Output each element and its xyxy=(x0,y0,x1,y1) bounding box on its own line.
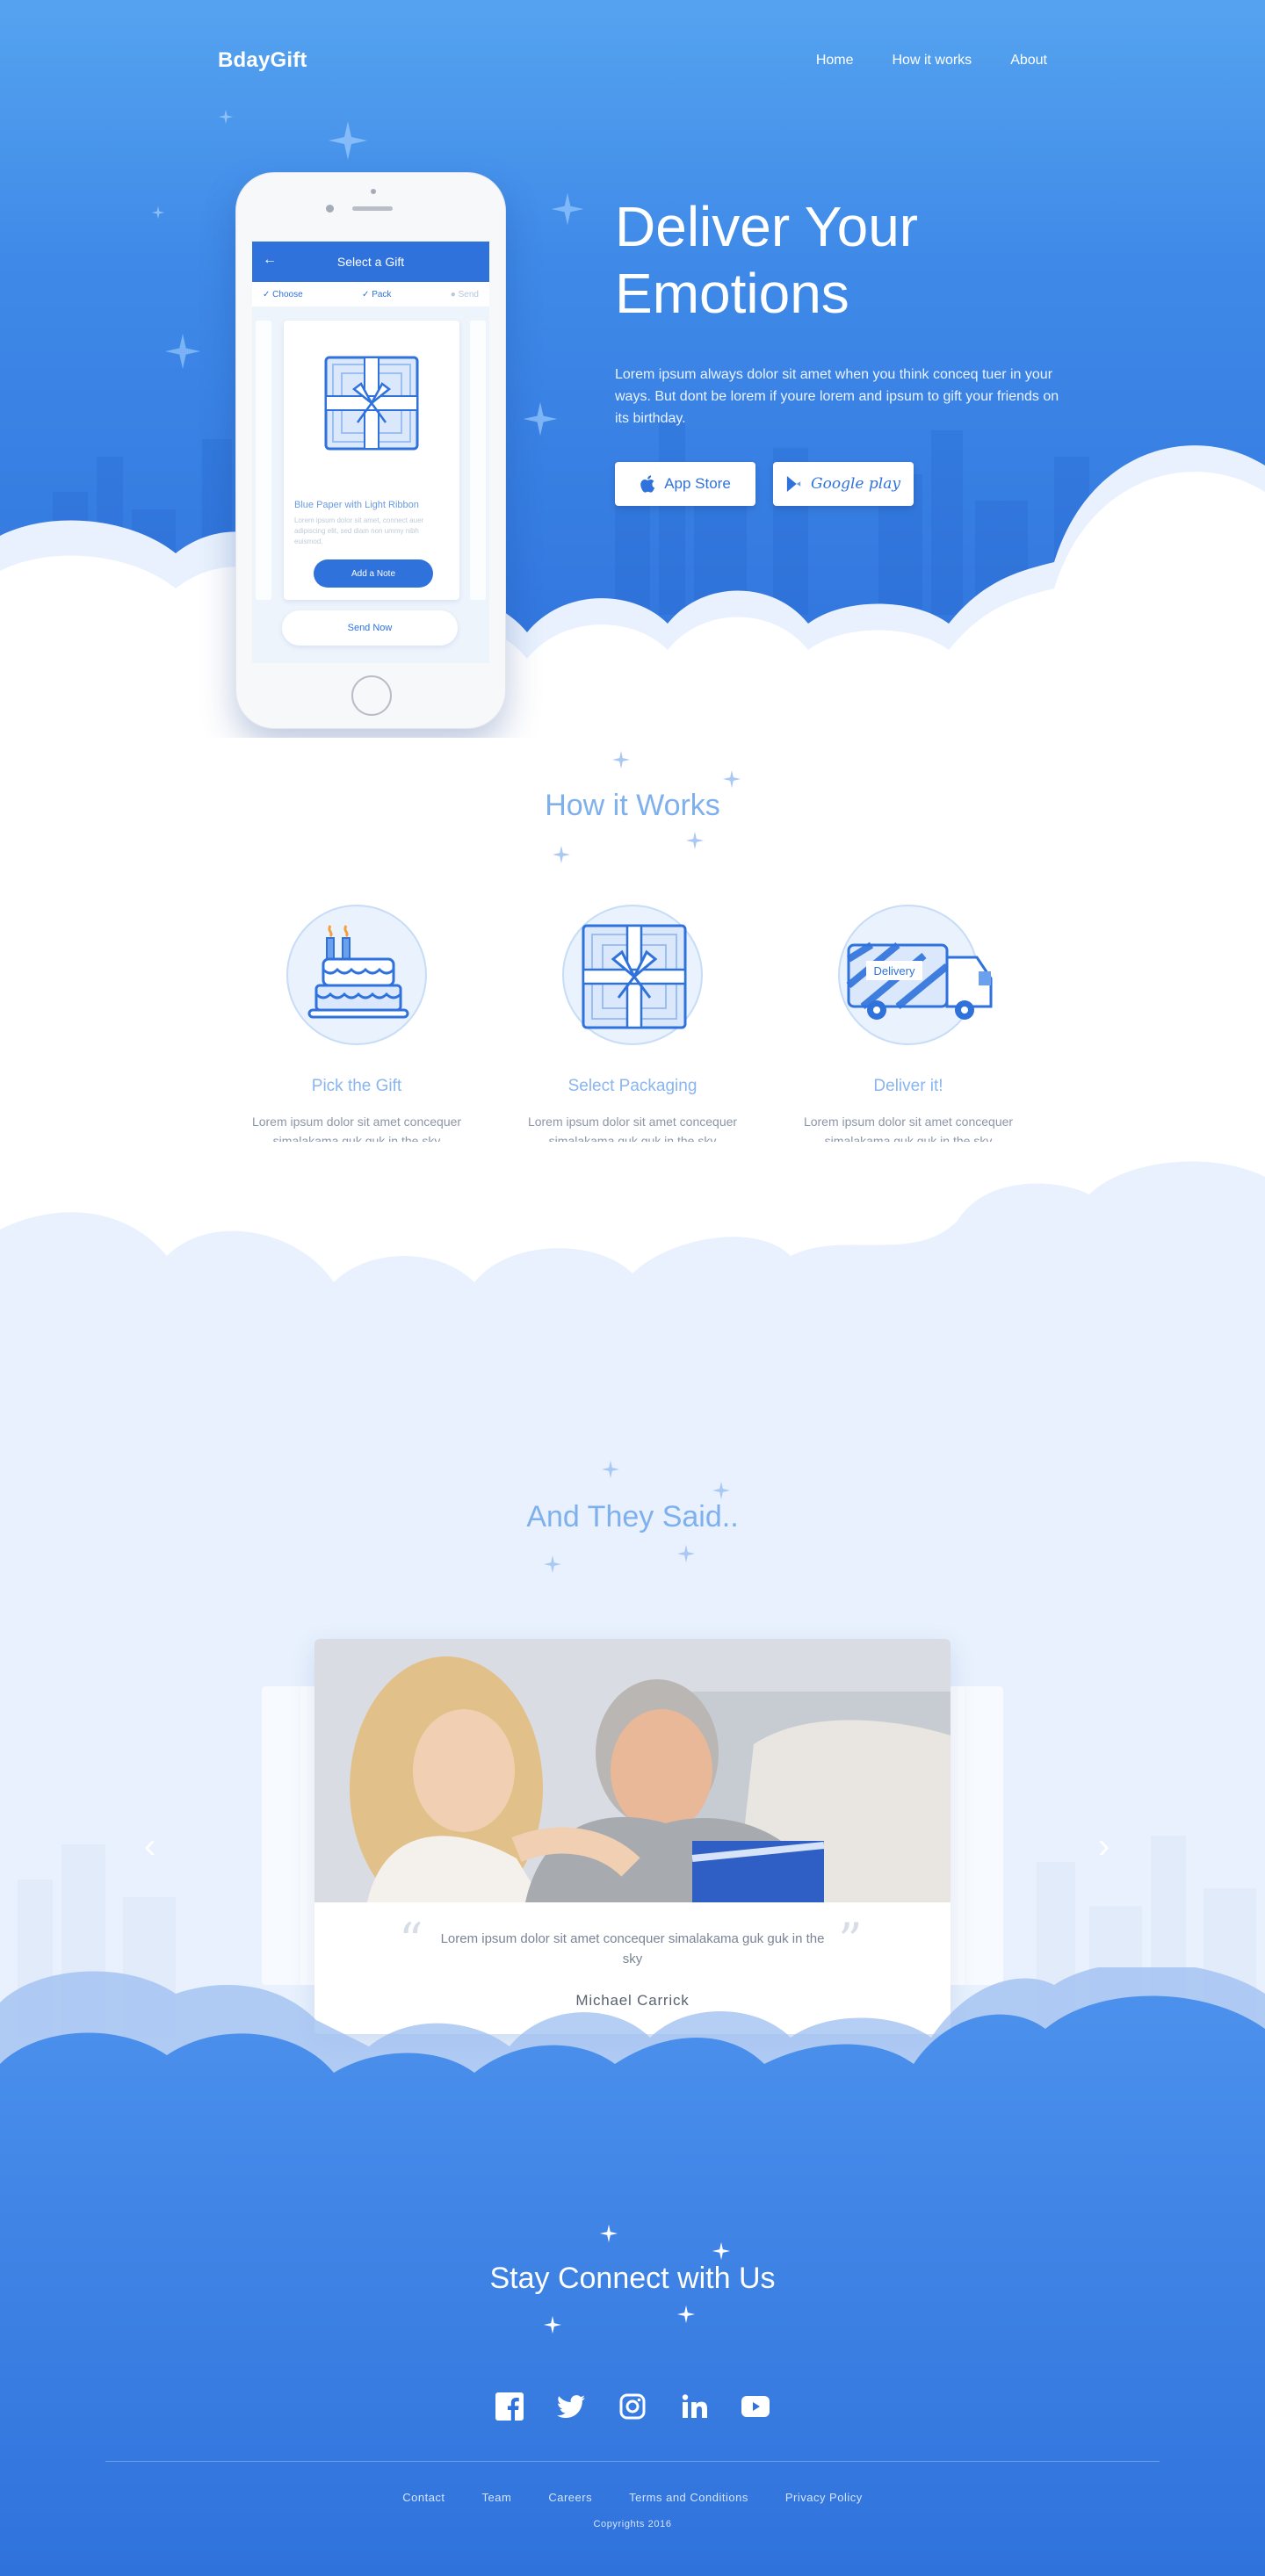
hero-title-line2: Emotions xyxy=(615,262,849,325)
apple-icon xyxy=(640,475,655,493)
twitter-icon[interactable] xyxy=(553,2389,589,2424)
sparkle-icon xyxy=(551,192,584,226)
app-stepper: ✓ Choose ✓ Pack ● Send xyxy=(252,282,489,307)
step-send[interactable]: ● Send xyxy=(451,290,479,299)
sparkle-icon xyxy=(676,1544,696,1563)
clouds-decoration xyxy=(0,1142,1265,1282)
step-label: Pick the Gift xyxy=(311,1077,402,1095)
footer-links: Contact Team Careers Terms and Condition… xyxy=(0,2491,1265,2504)
sparkle-icon xyxy=(151,206,165,220)
sparkle-icon xyxy=(676,2305,696,2324)
footer-link-terms[interactable]: Terms and Conditions xyxy=(629,2491,748,2504)
sparkle-icon xyxy=(601,1460,620,1479)
hero-title-line1: Deliver Your xyxy=(615,195,919,258)
footer-link-careers[interactable]: Careers xyxy=(548,2491,592,2504)
app-header: ← Select a Gift xyxy=(252,242,489,282)
brand-logo[interactable]: BdayGift xyxy=(218,48,307,73)
sparkle-icon xyxy=(552,845,571,864)
testimonial-quote: Lorem ipsum dolor sit amet concequer sim… xyxy=(440,1931,825,1966)
birthday-cake-icon xyxy=(307,925,409,1019)
step-select-packaging: Select Packaging Lorem ipsum dolor sit a… xyxy=(501,905,764,1151)
step-deliver: Delivery Deliver it! Lorem ipsum dolor s… xyxy=(777,905,1040,1151)
navbar: BdayGift Home How it works About xyxy=(218,47,1047,74)
facebook-icon[interactable] xyxy=(492,2389,527,2424)
phone-speaker xyxy=(352,206,393,211)
hero-section: BdayGift Home How it works About ← Selec… xyxy=(0,0,1265,738)
gift-box-icon xyxy=(324,356,419,451)
step-icon-ring xyxy=(562,905,703,1045)
chevron-left-icon[interactable]: ‹ xyxy=(144,1827,155,1866)
nav-link-home[interactable]: Home xyxy=(816,53,854,69)
google-play-button[interactable]: Google play xyxy=(773,462,914,506)
how-it-works-section: How it Works Pick the Gift Lorem ipsum d… xyxy=(0,738,1265,1212)
add-note-button[interactable]: Add a Note xyxy=(314,559,433,588)
phone-camera xyxy=(326,205,334,213)
nav-links: Home How it works About xyxy=(816,53,1047,69)
hero-description: Lorem ipsum always dolor sit amet when y… xyxy=(615,367,1059,426)
nav-link-how-it-works[interactable]: How it works xyxy=(893,53,972,69)
app-store-label: App Store xyxy=(664,475,731,492)
step-icon-ring: Delivery xyxy=(838,905,993,1045)
step-icon-ring xyxy=(286,905,427,1045)
phone-home-button[interactable] xyxy=(351,675,392,716)
truck-label: Delivery xyxy=(874,964,915,978)
sparkle-icon xyxy=(218,109,234,125)
footer-divider xyxy=(105,2461,1160,2462)
delivery-truck-icon: Delivery xyxy=(846,942,993,1020)
copyright-text: Copyrights 2016 xyxy=(593,2519,672,2529)
prev-card-peek[interactable] xyxy=(256,321,271,600)
linkedin-icon[interactable] xyxy=(676,2389,712,2424)
chevron-right-icon[interactable]: › xyxy=(1098,1827,1110,1866)
next-card-peek[interactable] xyxy=(470,321,486,600)
footer-link-team[interactable]: Team xyxy=(482,2491,512,2504)
sparkle-icon xyxy=(164,333,201,370)
testimonial-photo xyxy=(314,1639,951,1902)
sparkle-icon xyxy=(599,2224,618,2243)
sparkle-icon xyxy=(722,769,741,789)
youtube-icon[interactable] xyxy=(738,2389,773,2424)
instagram-icon[interactable] xyxy=(615,2389,650,2424)
sparkle-icon xyxy=(611,750,631,769)
gift-description: Lorem ipsum dolor sit amet, connect auer… xyxy=(294,516,424,545)
gift-name: Blue Paper with Light Ribbon xyxy=(294,500,419,510)
step-pick-gift: Pick the Gift Lorem ipsum dolor sit amet… xyxy=(225,905,488,1151)
hero-title: Deliver Your Emotions xyxy=(615,193,1072,327)
google-play-icon xyxy=(786,476,801,492)
testimonials-title: And They Said.. xyxy=(526,1500,739,1533)
phone-screen: ← Select a Gift ✓ Choose ✓ Pack ● Send B… xyxy=(252,242,489,663)
sparkle-icon xyxy=(329,121,367,160)
stay-connected-title: Stay Connect with Us xyxy=(489,2262,776,2295)
sparkle-icon xyxy=(712,2241,731,2261)
social-links xyxy=(0,2389,1265,2424)
send-now-button[interactable]: Send Now xyxy=(282,610,458,646)
back-arrow-icon[interactable]: ← xyxy=(263,252,277,268)
sparkle-icon xyxy=(543,1555,562,1574)
footer-section: Stay Connect with Us Contact Team Career… xyxy=(0,1967,1265,2576)
sparkle-icon xyxy=(543,2315,562,2334)
gift-card[interactable]: Blue Paper with Light Ribbon Lorem ipsum… xyxy=(284,321,459,600)
sparkle-icon xyxy=(523,401,558,437)
step-label: Deliver it! xyxy=(873,1077,943,1095)
gift-box-icon xyxy=(582,924,687,1029)
step-pack[interactable]: ✓ Pack xyxy=(362,290,391,299)
footer-link-privacy[interactable]: Privacy Policy xyxy=(785,2491,863,2504)
nav-link-about[interactable]: About xyxy=(1010,53,1047,69)
google-play-label: Google play xyxy=(811,475,900,493)
step-label: Select Packaging xyxy=(567,1077,698,1095)
phone-sensor xyxy=(371,189,376,194)
quote-close-icon: ” xyxy=(838,1913,863,1968)
phone-mockup: ← Select a Gift ✓ Choose ✓ Pack ● Send B… xyxy=(235,172,506,729)
quote-open-icon: “ xyxy=(399,1913,423,1968)
app-header-title: Select a Gift xyxy=(336,255,405,269)
step-choose[interactable]: ✓ Choose xyxy=(263,290,303,299)
footer-link-contact[interactable]: Contact xyxy=(402,2491,445,2504)
how-it-works-title: How it Works xyxy=(545,789,720,822)
sparkle-icon xyxy=(685,831,705,850)
app-store-button[interactable]: App Store xyxy=(615,462,755,506)
sparkle-icon xyxy=(712,1481,731,1500)
